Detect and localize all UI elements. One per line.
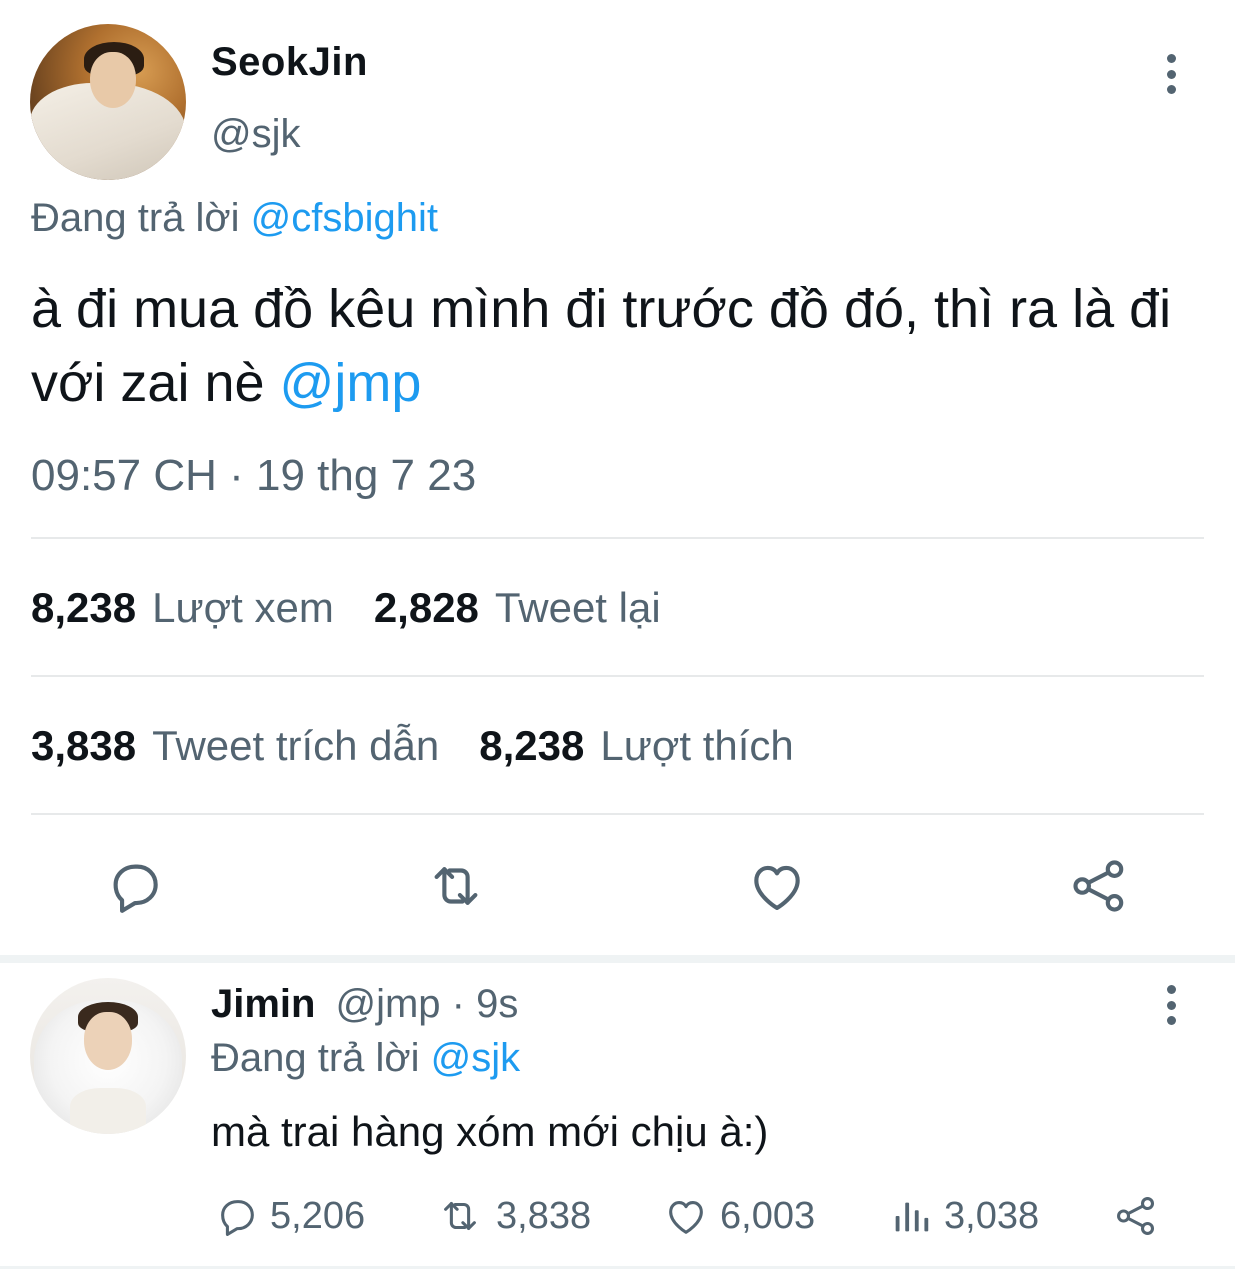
retweet-icon[interactable]: [424, 855, 488, 917]
reply-replying-to-mention[interactable]: @sjk: [431, 1036, 521, 1080]
reply-retweet-button[interactable]: 3,838: [434, 1193, 591, 1239]
stats-row-1: 8,238 Lượt xem 2,828 Tweet lại: [31, 584, 661, 632]
views-stat[interactable]: 8,238 Lượt xem: [31, 584, 334, 632]
author-display-name[interactable]: SeokJin: [211, 40, 368, 85]
like-count: 6,003: [720, 1194, 816, 1237]
divider: [31, 675, 1204, 677]
heart-icon: [669, 1201, 703, 1234]
replying-prefix: Đang trả lời: [31, 196, 240, 240]
tweet-text: à đi mua đồ kêu mình đi trước đồ đó, thì…: [31, 272, 1221, 420]
jimin-avatar[interactable]: [30, 978, 186, 1134]
views-label: Lượt xem: [152, 584, 334, 631]
reply-text: mà trai hàng xóm mới chịu à:): [211, 1108, 769, 1155]
divider: [31, 537, 1204, 539]
stats-row-2: 3,838 Tweet trích dẫn 8,238 Lượt thích: [31, 722, 794, 770]
retweet-icon: [444, 1202, 476, 1230]
reply-replying-prefix: Đang trả lời: [211, 1036, 420, 1080]
seokjin-avatar[interactable]: [30, 24, 186, 180]
reply-reply-button[interactable]: 5,206: [214, 1193, 365, 1239]
retweets-label: Tweet lại: [494, 584, 661, 631]
likes-stat[interactable]: 8,238 Lượt thích: [479, 722, 794, 770]
quotes-stat[interactable]: 3,838 Tweet trích dẫn: [31, 722, 439, 770]
reply-header: Jimin @jmp · 9s: [211, 982, 518, 1027]
divider: [31, 813, 1204, 815]
likes-count: 8,238: [479, 722, 585, 769]
author-handle[interactable]: @sjk: [211, 112, 301, 157]
quotes-label: Tweet trích dẫn: [152, 722, 440, 769]
reply-like-button[interactable]: 6,003: [662, 1193, 815, 1239]
tweet-body: à đi mua đồ kêu mình đi trước đồ đó, thì…: [31, 279, 1172, 413]
likes-label: Lượt thích: [600, 722, 794, 769]
tweet-mention[interactable]: @jmp: [280, 353, 422, 413]
replying-to-line: Đang trả lời @cfsbighit: [31, 196, 438, 241]
views-count-reply: 3,038: [944, 1194, 1040, 1237]
heart-icon[interactable]: [746, 855, 808, 917]
reply-count: 5,206: [270, 1194, 366, 1237]
reply-handle-time[interactable]: @jmp · 9s: [335, 982, 518, 1026]
reply-replying-to-line: Đang trả lời @sjk: [211, 1036, 520, 1081]
main-tweet: SeokJin @sjk Đang trả lời @cfsbighit à đ…: [0, 0, 1235, 955]
retweet-count: 3,838: [496, 1194, 592, 1237]
reply-author-name[interactable]: Jimin: [211, 982, 315, 1026]
share-icon: [1117, 1197, 1155, 1235]
analytics-icon: [895, 1202, 929, 1232]
share-icon[interactable]: [1068, 855, 1130, 917]
reply-share-button[interactable]: [1112, 1193, 1170, 1239]
section-separator: [0, 955, 1235, 963]
reply-views-button[interactable]: 3,038: [888, 1193, 1039, 1239]
reply-icon[interactable]: [104, 855, 166, 917]
replying-to-mention[interactable]: @cfsbighit: [251, 196, 438, 240]
reply-icon: [221, 1200, 254, 1236]
retweets-stat[interactable]: 2,828 Tweet lại: [374, 584, 661, 632]
tweet-timestamp[interactable]: 09:57 CH · 19 thg 7 23: [31, 451, 476, 501]
reply-more-options-icon[interactable]: [1156, 985, 1186, 1025]
retweets-count: 2,828: [373, 584, 479, 631]
more-options-icon[interactable]: [1156, 54, 1186, 94]
quotes-count: 3,838: [31, 722, 137, 769]
views-count: 8,238: [31, 584, 137, 631]
